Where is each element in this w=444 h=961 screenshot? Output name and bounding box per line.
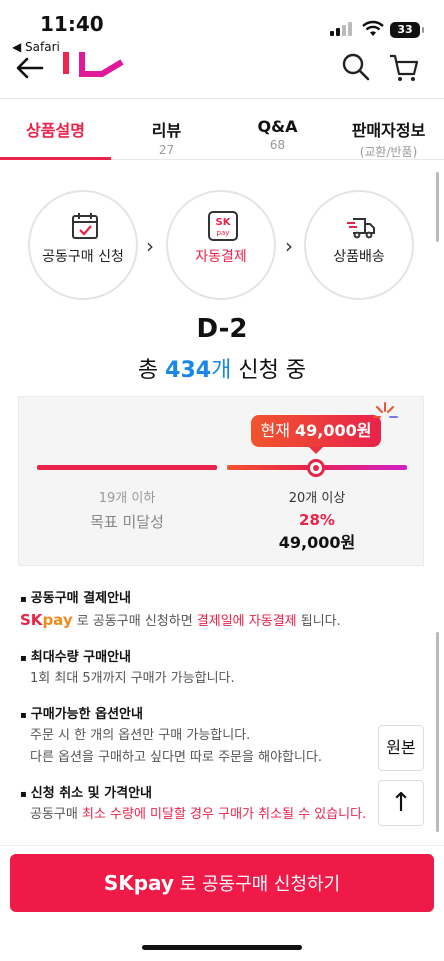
bubble-prefix: 현재 xyxy=(260,421,296,440)
wifi-icon xyxy=(362,20,384,36)
info-text: SKpay 로 공동구매 신청하면 결제일에 자동결제 됩니다. xyxy=(20,611,341,629)
svg-text:SK: SK xyxy=(216,217,232,228)
scrollbar[interactable] xyxy=(436,632,439,832)
tab-seller-info[interactable]: 판매자정보 (교환/반품) xyxy=(333,99,444,159)
tab-description[interactable]: 상품설명 xyxy=(0,99,111,160)
cart-icon[interactable] xyxy=(388,52,420,84)
step-label: 자동결제 xyxy=(195,249,247,265)
battery-icon: 33 xyxy=(390,22,424,38)
tab-label: Q&A xyxy=(257,117,298,136)
purchase-info-list: 공동구매 결제안내 SKpay 로 공동구매 신청하면 결제일에 자동결제 됩니… xyxy=(20,590,380,842)
skpay-logo: SKpay xyxy=(20,611,73,629)
count-suffix: 신청 중 xyxy=(231,358,307,383)
view-original-button[interactable]: 원본 xyxy=(378,725,424,771)
cta-label: 로 공동구매 신청하기 xyxy=(173,874,341,895)
chevron-right-icon: › xyxy=(285,234,293,258)
delivery-truck-icon xyxy=(347,218,375,239)
tab-label: 판매자정보 xyxy=(351,121,426,140)
cta-pay: pay xyxy=(133,871,174,895)
home-indicator[interactable] xyxy=(142,945,302,950)
search-icon[interactable] xyxy=(340,52,372,84)
count-unit: 개 xyxy=(211,358,232,383)
info-payment: 공동구매 결제안내 SKpay 로 공동구매 신청하면 결제일에 자동결제 됩니… xyxy=(20,590,380,633)
info-title: 공동구매 결제안내 xyxy=(20,590,380,609)
d-day-label: D-2 xyxy=(196,314,248,344)
progress-bar-below-target xyxy=(37,465,217,470)
svg-text:pay: pay xyxy=(217,229,230,237)
top-header xyxy=(0,48,444,96)
count-number: 434 xyxy=(165,358,212,383)
info-option: 구매가능한 옵션안내 주문 시 한 개의 옵션만 구매 가능합니다. 다른 옵션… xyxy=(20,706,380,769)
purchase-steps: 공동구매 신청 › SK pay 자동결제 › 상품배송 xyxy=(0,190,444,300)
progress-current-marker xyxy=(307,459,325,477)
cta-sk: SK xyxy=(103,871,134,895)
info-text: 공동구매 최소 수량에 미달할 경우 구매가 취소될 수 있습니다. xyxy=(30,807,367,822)
step-label: 상품배송 xyxy=(333,249,385,265)
info-title: 최대수량 구매안내 xyxy=(20,649,380,668)
tier-below-status: 목표 미달성 xyxy=(90,513,164,531)
info-text: 주문 시 한 개의 옵션만 구매 가능합니다. xyxy=(30,728,251,743)
skpay-icon: SK pay xyxy=(208,211,238,241)
step-apply: 공동구매 신청 xyxy=(28,190,138,300)
tab-count: 68 xyxy=(269,138,286,152)
status-time: 11:40 xyxy=(40,12,104,36)
tier-below-count: 19개 이하 xyxy=(98,491,156,506)
calendar-check-icon xyxy=(72,213,98,239)
tier-above-price: 49,000원 xyxy=(278,533,356,552)
info-cancel: 신청 취소 및 가격안내 공동구매 최소 수량에 미달할 경우 구매가 취소될 … xyxy=(20,785,380,826)
tab-reviews[interactable]: 리뷰 27 xyxy=(111,99,222,159)
tab-label: 상품설명 xyxy=(26,121,85,140)
step-auto-payment: SK pay 자동결제 xyxy=(166,190,276,300)
sparkle-icon xyxy=(373,402,398,418)
back-arrow-icon[interactable] xyxy=(14,54,46,82)
apply-skpay-button[interactable]: SKpay 로 공동구매 신청하기 xyxy=(10,854,434,912)
tier-above-count: 20개 이상 xyxy=(288,491,346,506)
cellular-signal-icon xyxy=(330,22,352,36)
tier-above-discount: 28% xyxy=(299,511,335,529)
step-delivery: 상품배송 xyxy=(304,190,414,300)
tab-count: 27 xyxy=(158,143,175,157)
scroll-to-top-button[interactable]: ↑ xyxy=(378,780,424,826)
tab-qna[interactable]: Q&A 68 xyxy=(222,99,333,159)
chevron-right-icon: › xyxy=(146,234,154,258)
info-text: 다른 옵션을 구매하고 싶다면 따로 주문을 해야합니다. xyxy=(30,750,323,765)
brand-logo-icon[interactable] xyxy=(62,52,132,82)
info-title: 구매가능한 옵션안내 xyxy=(20,706,380,725)
bubble-price: 49,000원 xyxy=(295,421,372,440)
applicant-count: 총 434개 신청 중 xyxy=(0,352,444,384)
info-title: 신청 취소 및 가격안내 xyxy=(20,785,380,804)
product-tabs: 상품설명 리뷰 27 Q&A 68 판매자정보 (교환/반품) xyxy=(0,98,444,160)
count-prefix: 총 xyxy=(137,358,166,383)
divider xyxy=(0,845,444,846)
tab-sub: (교환/반품) xyxy=(359,145,418,159)
current-price-bubble: 현재 49,000원 xyxy=(251,415,381,454)
step-label: 공동구매 신청 xyxy=(42,249,124,265)
info-text: 1회 최대 5개까지 구매가 가능합니다. xyxy=(30,671,235,686)
group-buy-progress: 현재 49,000원 19개 이하 목표 미달성 20개 이상 28% 49,0… xyxy=(18,396,424,566)
info-max-quantity: 최대수량 구매안내 1회 최대 5개까지 구매가 가능합니다. xyxy=(20,649,380,690)
tab-label: 리뷰 xyxy=(151,121,182,140)
